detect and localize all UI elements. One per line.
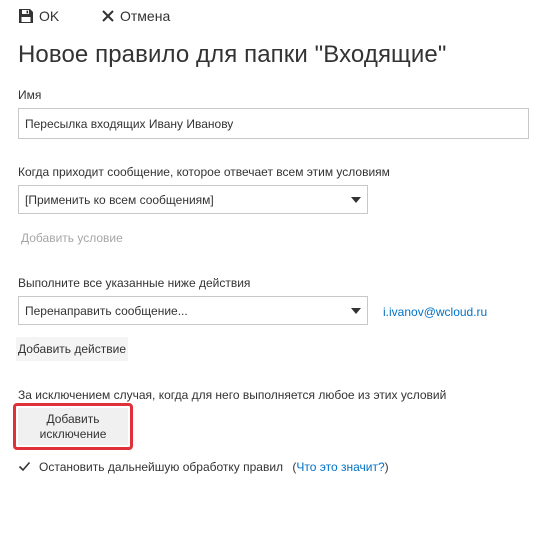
recipient-link[interactable]: i.ivanov@wcloud.ru <box>383 305 487 319</box>
exceptions-label: За исключением случая, когда для него вы… <box>18 388 447 402</box>
cancel-button[interactable]: Отмена <box>101 6 170 26</box>
cancel-label: Отмена <box>120 8 171 24</box>
help-link[interactable]: Что это значит? <box>296 460 384 474</box>
condition-select-value: [Применить ко всем сообщениям] <box>25 192 214 207</box>
page-title: Новое правило для папки "Входящие" <box>18 41 447 68</box>
stop-processing-row: Остановить дальнейшую обработку правил (… <box>39 460 389 474</box>
stop-processing-label: Остановить дальнейшую обработку правил <box>39 460 284 474</box>
actions-label: Выполните все указанные ниже действия <box>18 276 251 290</box>
name-input[interactable] <box>18 108 529 139</box>
add-exception-label-line1: Добавить <box>46 411 100 426</box>
add-condition-link[interactable]: Добавить условие <box>21 231 123 245</box>
ok-button[interactable]: OK <box>18 6 59 26</box>
ok-label: OK <box>39 8 60 24</box>
save-icon <box>18 8 34 24</box>
name-label: Имя <box>18 88 42 102</box>
add-action-button[interactable]: Добавить действие <box>16 337 128 361</box>
close-icon <box>101 9 115 23</box>
action-select-value: Перенаправить сообщение... <box>25 303 188 318</box>
conditions-label: Когда приходит сообщение, которое отвеча… <box>18 165 390 179</box>
checkmark-icon <box>18 461 31 472</box>
chevron-down-icon <box>351 196 361 203</box>
stop-processing-checkbox[interactable] <box>18 460 31 473</box>
help-close-paren: ) <box>384 460 389 474</box>
action-select[interactable]: Перенаправить сообщение... <box>18 296 368 325</box>
add-exception-label-line2: исключение <box>39 426 107 441</box>
condition-select[interactable]: [Применить ко всем сообщениям] <box>18 185 368 214</box>
chevron-down-icon <box>351 307 361 314</box>
add-exception-button[interactable]: Добавить исключение <box>18 408 128 445</box>
